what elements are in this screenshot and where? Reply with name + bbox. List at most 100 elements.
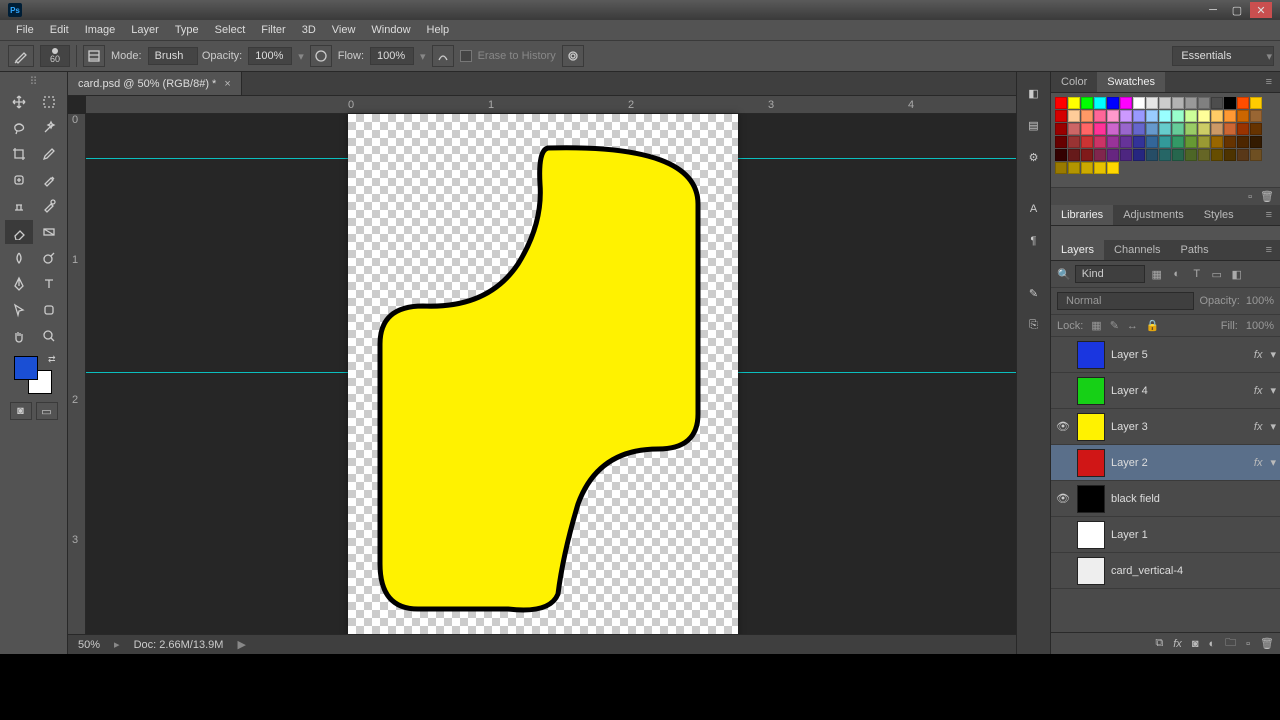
foreground-color[interactable] (14, 356, 38, 380)
swatch[interactable] (1185, 149, 1197, 161)
status-expand-icon[interactable]: ▸ (114, 638, 120, 651)
swatch[interactable] (1159, 136, 1171, 148)
visibility-toggle[interactable] (1055, 455, 1071, 471)
swatch[interactable] (1224, 123, 1236, 135)
swatch[interactable] (1055, 123, 1067, 135)
menu-filter[interactable]: Filter (253, 24, 293, 36)
swatch[interactable] (1198, 136, 1210, 148)
swatch[interactable] (1146, 110, 1158, 122)
adjustment-layer-icon[interactable]: ◐ (1208, 638, 1215, 650)
link-layers-icon[interactable]: ⧉ (1155, 637, 1163, 650)
swatch[interactable] (1094, 149, 1106, 161)
swatch[interactable] (1198, 149, 1210, 161)
lasso-tool[interactable] (5, 116, 33, 140)
swatch[interactable] (1107, 123, 1119, 135)
menu-3d[interactable]: 3D (294, 24, 324, 36)
swatch[interactable] (1198, 97, 1210, 109)
blur-tool[interactable] (5, 246, 33, 270)
path-select-tool[interactable] (5, 298, 33, 322)
layer-mask-icon[interactable]: ◙ (1192, 638, 1199, 650)
layer-name[interactable]: Layer 4 (1111, 385, 1248, 397)
swatch[interactable] (1094, 110, 1106, 122)
swatch[interactable] (1159, 123, 1171, 135)
airbrush-toggle[interactable] (432, 45, 454, 67)
swatch[interactable] (1250, 149, 1262, 161)
visibility-toggle[interactable] (1055, 563, 1071, 579)
swatch[interactable] (1133, 149, 1145, 161)
swatch[interactable] (1107, 162, 1119, 174)
paragraph-panel-icon[interactable]: ¶ (1021, 228, 1047, 254)
layer-thumbnail[interactable] (1077, 557, 1105, 585)
swatch[interactable] (1068, 97, 1080, 109)
layer-row[interactable]: Layer 4fx▾ (1051, 373, 1280, 409)
menu-help[interactable]: Help (419, 24, 458, 36)
zoom-level[interactable]: 50% (78, 639, 100, 651)
layer-kind-filter[interactable]: Kind (1075, 265, 1145, 283)
brushes-panel-icon[interactable]: ✎ (1021, 280, 1047, 306)
swatch[interactable] (1146, 149, 1158, 161)
swatch[interactable] (1081, 136, 1093, 148)
crop-tool[interactable] (5, 142, 33, 166)
layer-opacity-value[interactable]: 100% (1246, 295, 1274, 307)
swatch[interactable] (1120, 149, 1132, 161)
layer-fx-icon[interactable]: fx (1173, 638, 1182, 650)
swatch[interactable] (1055, 149, 1067, 161)
swatch[interactable] (1224, 149, 1236, 161)
tab-layers[interactable]: Layers (1051, 240, 1104, 260)
swatch[interactable] (1133, 110, 1145, 122)
tab-channels[interactable]: Channels (1104, 240, 1170, 260)
close-button[interactable]: ✕ (1250, 2, 1272, 18)
layer-thumbnail[interactable] (1077, 449, 1105, 477)
swatch[interactable] (1146, 136, 1158, 148)
new-layer-icon[interactable]: ▫ (1246, 638, 1250, 650)
menu-layer[interactable]: Layer (123, 24, 167, 36)
visibility-toggle[interactable] (1055, 383, 1071, 399)
character-panel-icon[interactable]: A (1021, 196, 1047, 222)
history-panel-icon[interactable]: ◧ (1021, 80, 1047, 106)
swatch[interactable] (1211, 110, 1223, 122)
layer-row[interactable]: Layer 1 (1051, 517, 1280, 553)
screenmode-button[interactable]: ▭ (36, 402, 58, 420)
filter-pixel-icon[interactable]: ▦ (1149, 266, 1165, 282)
swatch[interactable] (1055, 136, 1067, 148)
clone-stamp-tool[interactable] (5, 194, 33, 218)
menu-edit[interactable]: Edit (42, 24, 77, 36)
swatch[interactable] (1211, 136, 1223, 148)
maximize-button[interactable]: ▢ (1226, 2, 1248, 18)
ruler-horizontal[interactable]: 0 1 2 3 4 (86, 96, 1016, 114)
filter-smart-icon[interactable]: ◧ (1229, 266, 1245, 282)
swatch[interactable] (1250, 110, 1262, 122)
type-tool[interactable] (35, 272, 63, 296)
swatch[interactable] (1081, 162, 1093, 174)
lock-all-icon[interactable]: 🔒 (1146, 319, 1160, 332)
properties-panel-icon[interactable]: ⚙ (1021, 144, 1047, 170)
swatch[interactable] (1094, 123, 1106, 135)
lock-paint-icon[interactable]: ✎ (1110, 319, 1119, 332)
color-picker[interactable]: ⇄ (14, 356, 54, 396)
swatch[interactable] (1094, 136, 1106, 148)
swatch[interactable] (1055, 110, 1067, 122)
swatch[interactable] (1250, 97, 1262, 109)
layer-thumbnail[interactable] (1077, 377, 1105, 405)
swatch[interactable] (1172, 149, 1184, 161)
fill-value[interactable]: 100% (1246, 320, 1274, 332)
erase-history-checkbox[interactable] (460, 50, 472, 62)
swatch[interactable] (1094, 162, 1106, 174)
canvas-viewport[interactable] (86, 114, 1016, 634)
swatch[interactable] (1120, 136, 1132, 148)
tab-adjustments[interactable]: Adjustments (1113, 205, 1194, 225)
layer-name[interactable]: card_vertical-4 (1111, 565, 1276, 577)
tab-styles[interactable]: Styles (1194, 205, 1244, 225)
swatch[interactable] (1237, 110, 1249, 122)
current-tool-icon[interactable] (8, 45, 34, 67)
mode-select[interactable]: Brush (148, 47, 199, 65)
swatch[interactable] (1224, 110, 1236, 122)
swatch[interactable] (1211, 149, 1223, 161)
hand-tool[interactable] (5, 324, 33, 348)
status-arrow-icon[interactable]: ▶ (237, 638, 245, 651)
visibility-toggle[interactable]: 👁 (1055, 419, 1071, 435)
filter-adjust-icon[interactable]: ◐ (1169, 266, 1185, 282)
clone-panel-icon[interactable]: ⎘ (1021, 312, 1047, 338)
swatch[interactable] (1081, 97, 1093, 109)
swap-colors-icon[interactable]: ⇄ (48, 354, 56, 365)
